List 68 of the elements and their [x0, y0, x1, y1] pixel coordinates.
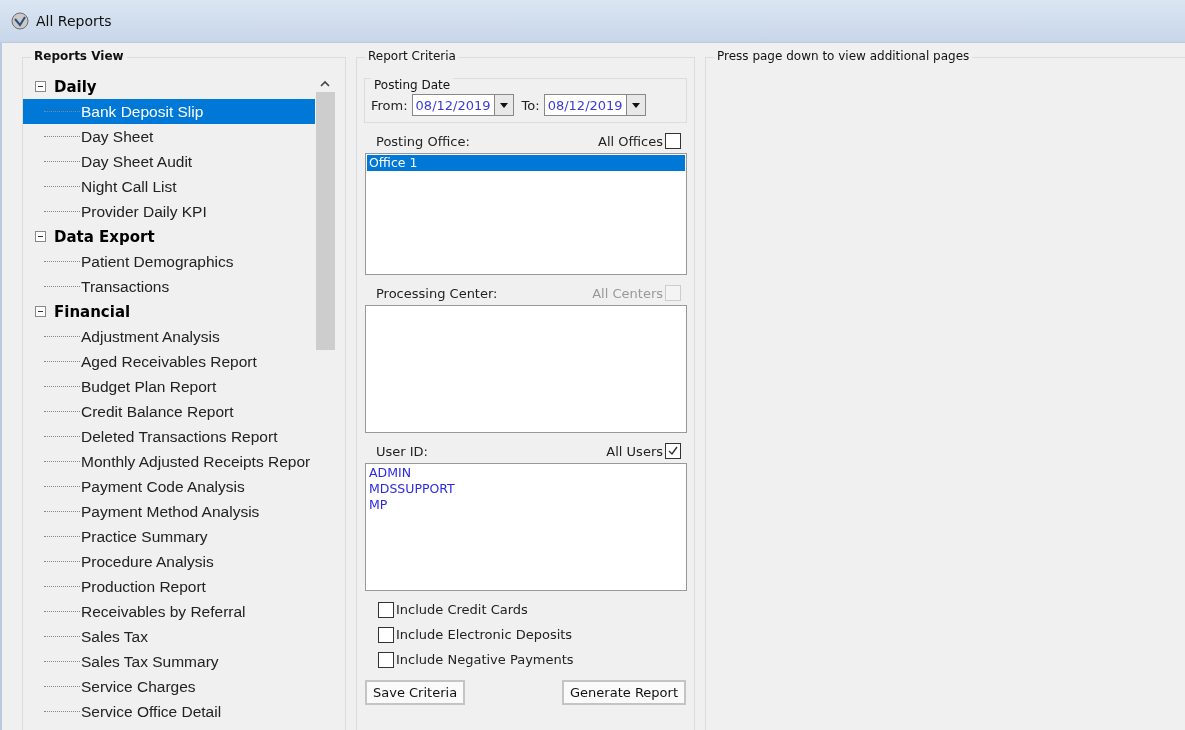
list-box[interactable]: ADMIN MDSSUPPORT MP: [365, 463, 687, 591]
checkbox[interactable]: [378, 601, 394, 618]
scroll-up-icon[interactable]: [320, 80, 330, 88]
list-item[interactable]: Office 1: [367, 155, 685, 171]
list-box[interactable]: [365, 305, 687, 433]
tree-item[interactable]: Day Sheet Audit: [23, 149, 315, 174]
tree-item[interactable]: Receivables by Referral: [23, 599, 315, 624]
date-field[interactable]: 08/12/2019: [543, 94, 626, 116]
tree-item[interactable]: Procedure Analysis: [23, 549, 315, 574]
generate-button[interactable]: Generate Report: [562, 680, 686, 705]
checkbox-label: Include Electronic Deposits: [396, 627, 573, 642]
list-box[interactable]: Office 1: [365, 153, 687, 275]
tree-item[interactable]: Provider Daily KPI: [23, 199, 315, 224]
checkbox-label: Include Negative Payments: [396, 652, 574, 667]
scrollbar-thumb[interactable]: [315, 92, 335, 350]
group-title: Reports View: [31, 49, 127, 63]
tree-item[interactable]: Aged Receivables Report: [23, 349, 315, 374]
tree-item[interactable]: Monthly Adjusted Receipts Repor: [23, 449, 315, 474]
collapse-icon[interactable]: [35, 306, 46, 317]
save-button[interactable]: Save Criteria: [365, 680, 466, 705]
checkbox[interactable]: [665, 133, 681, 149]
tree-item[interactable]: Night Call List: [23, 174, 315, 199]
tree-item[interactable]: Day Sheet: [23, 124, 315, 149]
caret-icon: [631, 102, 640, 108]
list-label: Posting Office:: [376, 133, 470, 149]
checkbox[interactable]: [665, 443, 681, 459]
list-item[interactable]: MDSSUPPORT: [367, 481, 685, 497]
tree-category[interactable]: Data Export: [54, 227, 155, 246]
group-title: Posting Date: [371, 78, 454, 92]
collapse-icon[interactable]: [35, 231, 46, 242]
list-item[interactable]: ADMIN: [367, 465, 685, 481]
tree-item[interactable]: Payment Method Analysis: [23, 499, 315, 524]
list-label: User ID:: [376, 443, 428, 459]
tree-item[interactable]: Transactions: [23, 274, 315, 299]
date-field[interactable]: 08/12/2019: [411, 94, 494, 116]
checkbox-label: All Users: [606, 443, 663, 459]
tree-item[interactable]: Budget Plan Report: [23, 374, 315, 399]
tree-item[interactable]: Service Office Detail: [23, 699, 315, 724]
app-icon: [10, 11, 30, 31]
field-label: From:: [371, 97, 408, 113]
checkbox[interactable]: [378, 651, 394, 668]
checkbox-label: All Offices: [598, 133, 663, 149]
checkbox-label: Include Credit Cards: [396, 602, 528, 617]
tree-item[interactable]: Adjustment Analysis: [23, 324, 315, 349]
group-title: Report Criteria: [365, 49, 459, 63]
tree-item[interactable]: Patient Demographics: [23, 249, 315, 274]
tree-item[interactable]: Deleted Transactions Report: [23, 424, 315, 449]
tree-item[interactable]: Bank Deposit Slip: [23, 99, 315, 124]
caret-icon: [499, 102, 508, 108]
dropdown-button[interactable]: [625, 94, 646, 116]
tree-item[interactable]: Production Report: [23, 574, 315, 599]
tree-item[interactable]: Practice Summary: [23, 524, 315, 549]
group-title: Press page down to view additional pages: [714, 49, 973, 63]
checkbox-label: All Centers: [592, 285, 663, 301]
window-title: All Reports: [36, 13, 112, 29]
tree-item[interactable]: Credit Balance Report: [23, 399, 315, 424]
field-label: To:: [521, 97, 540, 113]
tree-category[interactable]: Daily: [54, 77, 97, 96]
list-item[interactable]: MP: [367, 497, 685, 513]
list-label: Processing Center:: [376, 285, 498, 301]
checkbox[interactable]: [378, 626, 394, 643]
dropdown-button[interactable]: [493, 94, 514, 116]
tree-item[interactable]: Service Charges: [23, 674, 315, 699]
tree-item[interactable]: Sales Tax Summary: [23, 649, 315, 674]
collapse-icon[interactable]: [35, 81, 46, 92]
tree-item[interactable]: Sales Tax: [23, 624, 315, 649]
tree-category[interactable]: Financial: [54, 302, 131, 321]
tree-item[interactable]: Payment Code Analysis: [23, 474, 315, 499]
